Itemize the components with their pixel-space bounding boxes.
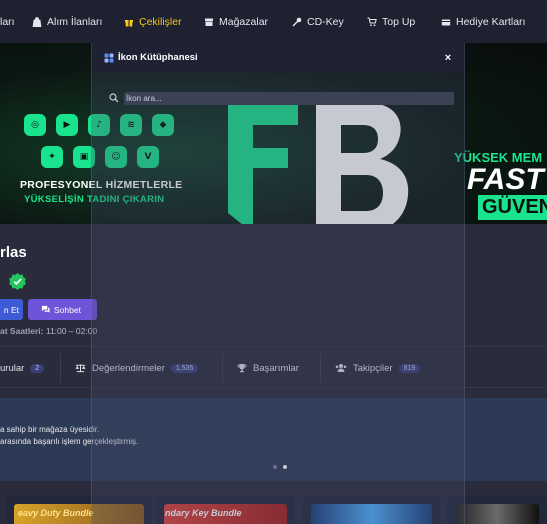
close-icon[interactable]: ×: [441, 51, 455, 65]
about-line-1: a sahip bir mağaza üyesidir.: [0, 425, 100, 434]
product-title: eavy Duty Bundle: [18, 508, 94, 518]
nav-item-top-up[interactable]: Top Up: [367, 0, 415, 43]
tab-urunler[interactable]: urular 2: [0, 347, 45, 389]
working-hours: at Saatleri: 11:00 – 02:00: [0, 326, 97, 336]
modal-title: İkon Kütüphanesi: [118, 52, 198, 63]
store-icon: [205, 18, 213, 26]
gift-icon: [125, 19, 133, 26]
nav-item-hediye-kartlari[interactable]: Hediye Kartları: [441, 0, 525, 43]
nav-item-alim-ilanlari[interactable]: Alım İlanları: [32, 0, 102, 43]
tab-divider: [60, 353, 61, 383]
nav-item-magazalar[interactable]: Mağazalar: [204, 0, 268, 43]
nav-item-label: Alım İlanları: [47, 15, 103, 28]
scale-icon: [75, 364, 86, 373]
nav-item-cd-key[interactable]: CD-Key: [292, 0, 344, 43]
follow-button[interactable]: n Et: [0, 299, 23, 320]
banner-right-line-2: FAST: [467, 163, 544, 196]
hours-label: at Saatleri:: [0, 326, 44, 336]
verified-badge-icon: [9, 273, 26, 290]
store-title: rlas: [0, 244, 27, 261]
chat-button-label: Sohbet: [54, 304, 81, 315]
nav-item-label: Hediye Kartları: [456, 15, 526, 28]
tab-label: urular: [0, 362, 25, 374]
gift-card-icon: [441, 19, 451, 25]
hours-value: 11:00 – 02:00: [45, 326, 98, 336]
nav-item-cekilisler[interactable]: Çekilişler: [124, 0, 182, 43]
tab-count-badge: 2: [30, 363, 45, 373]
icon-library-modal: İkon Kütüphanesi × İkon ara...: [91, 43, 465, 524]
nav-item-label: Top Up: [382, 15, 416, 28]
nav-item-label: Mağazalar: [219, 15, 269, 28]
twitter-icon: ✦: [41, 146, 63, 168]
banner-right-line-3: GÜVEN: [478, 195, 547, 220]
nav-item-label: CD-Key: [307, 15, 344, 28]
nav-item-partial[interactable]: ları: [0, 0, 15, 43]
cart-icon: [367, 17, 377, 26]
instagram-icon: ◎: [24, 114, 46, 136]
chat-button[interactable]: Sohbet: [28, 299, 97, 320]
key-icon: [292, 17, 302, 26]
bag-icon: [32, 16, 42, 27]
nav-item-label: ları: [0, 15, 15, 28]
search-icon: [109, 93, 119, 103]
icon-library-icon: [104, 53, 114, 63]
chat-icon: [41, 305, 50, 313]
youtube-icon: ▶: [56, 114, 78, 136]
nav-item-label: Çekilişler: [139, 15, 182, 28]
product-image: [455, 504, 539, 524]
top-navigation: ları Alım İlanları Çekilişler Mağazalar …: [0, 0, 547, 43]
icon-search-input[interactable]: İkon ara...: [124, 92, 454, 105]
